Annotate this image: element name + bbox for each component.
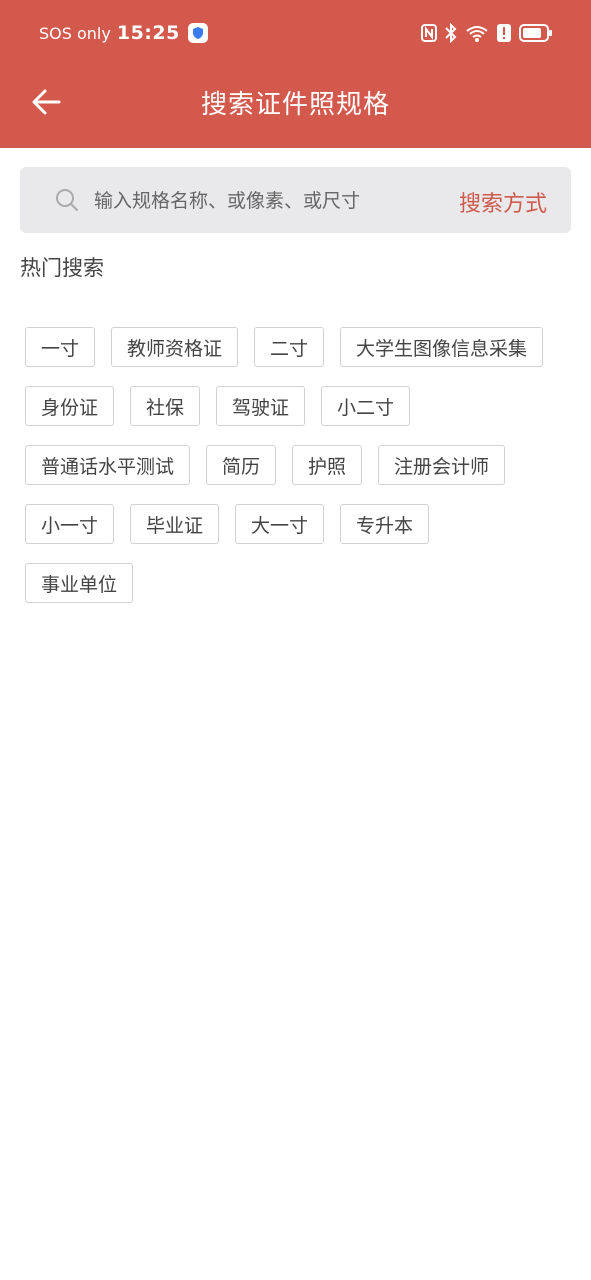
- tag-row: 小一寸 毕业证 大一寸 专升本: [25, 504, 571, 546]
- status-time: 15:25: [116, 22, 180, 44]
- hot-search-tag[interactable]: 教师资格证: [111, 327, 239, 367]
- hot-search-tag[interactable]: 简历: [206, 445, 277, 485]
- hot-search-tag[interactable]: 普通话水平测试: [25, 445, 191, 485]
- carrier-text: SOS only: [39, 23, 111, 43]
- hot-search-tag[interactable]: 身份证: [25, 386, 115, 426]
- status-left: SOS only 15:25: [39, 22, 208, 44]
- page-title: 搜索证件照规格: [200, 90, 390, 120]
- tag-row: 事业单位: [25, 563, 571, 605]
- hot-search-tag[interactable]: 大学生图像信息采集: [340, 327, 544, 367]
- hot-search-tag[interactable]: 驾驶证: [216, 386, 306, 426]
- nfc-icon: [421, 24, 437, 42]
- status-bar: SOS only 15:25: [0, 0, 591, 66]
- search-input[interactable]: [92, 180, 436, 222]
- hot-search-tag[interactable]: 小一寸: [25, 504, 115, 544]
- hot-search-tag[interactable]: 二寸: [254, 327, 325, 367]
- hot-search-tag[interactable]: 毕业证: [130, 504, 220, 544]
- hot-search-tag[interactable]: 事业单位: [25, 563, 134, 603]
- hot-search-tag[interactable]: 一寸: [25, 327, 96, 367]
- wifi-icon: [465, 23, 489, 43]
- search-mode-button[interactable]: 搜索方式: [459, 186, 547, 218]
- hot-search-tag[interactable]: 小二寸: [321, 386, 411, 426]
- search-icon: [55, 188, 79, 212]
- hot-search-tag[interactable]: 护照: [292, 445, 363, 485]
- battery-icon: [519, 24, 553, 42]
- hot-search-tag[interactable]: 注册会计师: [378, 445, 506, 485]
- hot-search-tags: 一寸 教师资格证 二寸 大学生图像信息采集 身份证 社保 驾驶证 小二寸 普通话水平测试 简历 护照…: [25, 327, 571, 622]
- hot-search-title: 热门搜索: [20, 256, 104, 280]
- app-header: 搜索证件照规格: [0, 66, 591, 138]
- hot-search-tag[interactable]: 大一寸: [235, 504, 325, 544]
- tag-row: 身份证 社保 驾驶证 小二寸: [25, 386, 571, 428]
- top-bar: SOS only 15:25 搜索证件照规格: [0, 0, 591, 148]
- hot-search-tag[interactable]: 社保: [130, 386, 201, 426]
- hot-search-tag[interactable]: 专升本: [340, 504, 430, 544]
- status-right: [421, 22, 553, 44]
- alert-icon: [497, 24, 511, 42]
- bluetooth-icon: [445, 23, 457, 43]
- tag-row: 普通话水平测试 简历 护照 注册会计师: [25, 445, 571, 487]
- shield-icon: [187, 23, 208, 43]
- tag-row: 一寸 教师资格证 二寸 大学生图像信息采集: [25, 327, 571, 369]
- search-bar: 搜索方式: [20, 167, 571, 233]
